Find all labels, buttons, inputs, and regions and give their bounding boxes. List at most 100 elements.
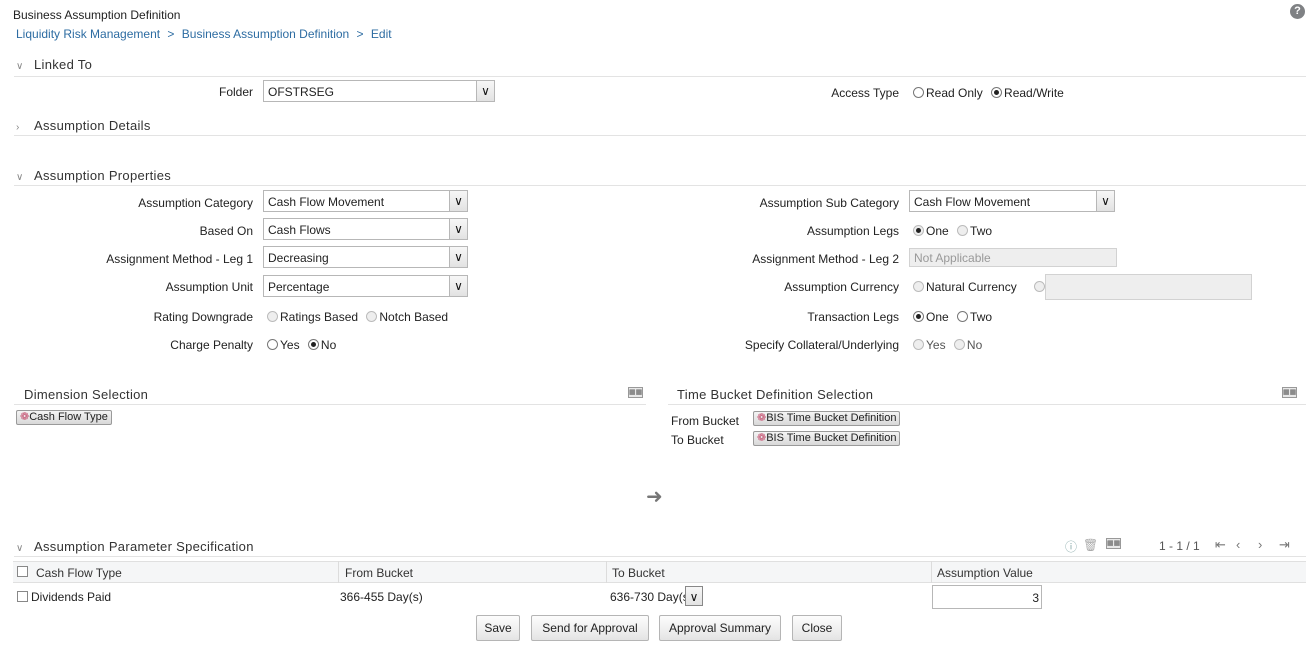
hierarchy-browser-icon[interactable]: ▦▦: [628, 387, 643, 398]
cell-from-bucket: 366-455 Day(s): [340, 590, 423, 604]
access-type-label: Access Type: [831, 86, 899, 100]
radio-tx-legs-one[interactable]: [913, 311, 924, 322]
help-icon[interactable]: ?: [1290, 4, 1305, 19]
radio-legs-two[interactable]: [957, 225, 969, 236]
folder-label: Folder: [218, 85, 253, 99]
access-type-radios: Read Only Read/Write: [913, 86, 1064, 100]
col-cash-flow-type[interactable]: Cash Flow Type: [36, 566, 122, 580]
select-all-checkbox[interactable]: [17, 566, 28, 577]
info-icon[interactable]: ⓘ: [1065, 538, 1077, 555]
chevron-down-icon: ∨: [449, 247, 467, 267]
close-button[interactable]: Close: [792, 615, 842, 641]
sub-category-label: Assumption Sub Category: [759, 196, 899, 210]
chevron-down-icon: ∨: [16, 61, 24, 72]
radio-tx-legs-two[interactable]: [957, 311, 969, 322]
breadcrumb-item-bad[interactable]: Business Assumption Definition: [182, 27, 349, 41]
radio-label: Natural Currency: [926, 280, 1017, 294]
grid-view-icon[interactable]: ▦▦: [1106, 538, 1121, 549]
breadcrumb-separator: >: [356, 27, 364, 41]
chevron-down-icon: ∨: [685, 586, 703, 606]
section-title: Assumption Properties: [34, 168, 172, 183]
radio-label: One: [926, 310, 949, 324]
radio-notch-based[interactable]: [366, 311, 378, 322]
first-page-icon[interactable]: ⇤: [1215, 537, 1226, 553]
currency-field[interactable]: [1045, 274, 1252, 300]
radio-other-currency[interactable]: [1034, 281, 1046, 292]
radio-label: Yes: [280, 338, 300, 352]
arrow-right-icon[interactable]: ➜: [646, 484, 663, 509]
leg1-select[interactable]: Decreasing ∨: [263, 246, 468, 268]
cell-cash-flow-type: Dividends Paid: [31, 590, 112, 604]
section-title: Assumption Parameter Specification: [34, 539, 254, 554]
prev-page-icon[interactable]: ‹: [1236, 537, 1240, 552]
radio-label: Yes: [926, 338, 946, 352]
sub-category-select[interactable]: Cash Flow Movement ∨: [909, 190, 1115, 212]
radio-label: Ratings Based: [280, 310, 359, 324]
breadcrumb-item-edit: Edit: [370, 27, 392, 41]
delete-icon[interactable]: 🗑: [1083, 538, 1098, 552]
dimension-cash-flow-type[interactable]: ❁Cash Flow Type: [16, 410, 112, 425]
radio-ratings-based[interactable]: [267, 311, 278, 322]
radio-legs-one[interactable]: [913, 225, 924, 236]
radio-label: Two: [970, 310, 993, 324]
section-title: Assumption Details: [34, 118, 151, 133]
folder-select[interactable]: OFSTRSEG ∨: [263, 80, 495, 102]
assumption-legs-label: Assumption Legs: [806, 224, 899, 238]
breadcrumb-item-lrm[interactable]: Liquidity Risk Management: [16, 27, 160, 41]
chevron-down-icon: ∨: [449, 219, 467, 239]
chevron-down-icon: ∨: [16, 543, 24, 554]
radio-natural-currency[interactable]: [913, 281, 924, 292]
breadcrumb: Liquidity Risk Management > Business Ass…: [16, 27, 392, 41]
assumption-value-input[interactable]: 3: [932, 585, 1042, 609]
select-value: Cash Flow Movement: [914, 195, 1031, 209]
chevron-down-icon: ∨: [16, 172, 24, 183]
col-from-bucket[interactable]: From Bucket: [345, 566, 413, 580]
radio-collateral-no[interactable]: [953, 339, 965, 350]
select-value: 636-730 Day(s): [610, 590, 693, 604]
next-page-icon[interactable]: ›: [1258, 537, 1262, 552]
based-on-label: Based On: [199, 224, 253, 238]
divider: [14, 135, 1306, 136]
assumption-category-select[interactable]: Cash Flow Movement ∨: [263, 190, 468, 212]
based-on-select[interactable]: Cash Flows ∨: [263, 218, 468, 240]
to-bucket-select[interactable]: 636-730 Day(s) ∨: [607, 585, 704, 607]
chevron-down-icon: ∨: [449, 191, 467, 211]
bucket-label: BIS Time Bucket Definition: [766, 432, 897, 444]
collateral-label: Specify Collateral/Underlying: [744, 338, 899, 352]
approval-summary-button[interactable]: Approval Summary: [659, 615, 781, 641]
radio-collateral-yes[interactable]: [913, 339, 924, 350]
radio-penalty-yes[interactable]: [267, 339, 278, 350]
charge-penalty-radios: Yes No: [267, 338, 336, 352]
save-button[interactable]: Save: [476, 615, 520, 641]
column-divider: [606, 561, 607, 583]
chevron-down-icon: ∨: [1096, 191, 1114, 211]
assumption-legs-radios: One Two: [913, 224, 992, 238]
time-bucket-browser-icon[interactable]: ▦▦: [1282, 387, 1297, 398]
from-bucket-definition[interactable]: ❁BIS Time Bucket Definition: [753, 411, 901, 426]
select-value: Cash Flows: [268, 223, 331, 237]
leg2-label: Assignment Method - Leg 2: [752, 252, 899, 266]
col-assumption-value[interactable]: Assumption Value: [937, 566, 1033, 580]
section-linked-to[interactable]: ∨ Linked To: [16, 57, 92, 77]
assumption-unit-select[interactable]: Percentage ∨: [263, 275, 468, 297]
radio-read-write[interactable]: [991, 87, 1003, 98]
assumption-unit-label: Assumption Unit: [165, 280, 253, 294]
radio-penalty-no[interactable]: [307, 339, 319, 350]
transaction-legs-radios: One Two: [913, 310, 992, 324]
divider: [14, 185, 1306, 186]
radio-label: No: [320, 338, 337, 352]
last-page-icon[interactable]: ⇥: [1279, 537, 1290, 553]
chevron-down-icon: ∨: [476, 81, 494, 101]
column-divider: [338, 561, 339, 583]
bucket-label: BIS Time Bucket Definition: [766, 412, 897, 424]
hierarchy-icon: ❁: [757, 412, 767, 424]
leg2-field[interactable]: Not Applicable: [909, 248, 1117, 267]
row-checkbox[interactable]: [17, 591, 28, 602]
radio-read-only[interactable]: [913, 87, 924, 98]
col-to-bucket[interactable]: To Bucket: [612, 566, 665, 580]
select-value: Percentage: [268, 280, 330, 294]
to-bucket-definition[interactable]: ❁BIS Time Bucket Definition: [753, 431, 901, 446]
collateral-radios: Yes No: [913, 338, 982, 352]
divider: [668, 404, 1306, 405]
send-for-approval-button[interactable]: Send for Approval: [531, 615, 649, 641]
